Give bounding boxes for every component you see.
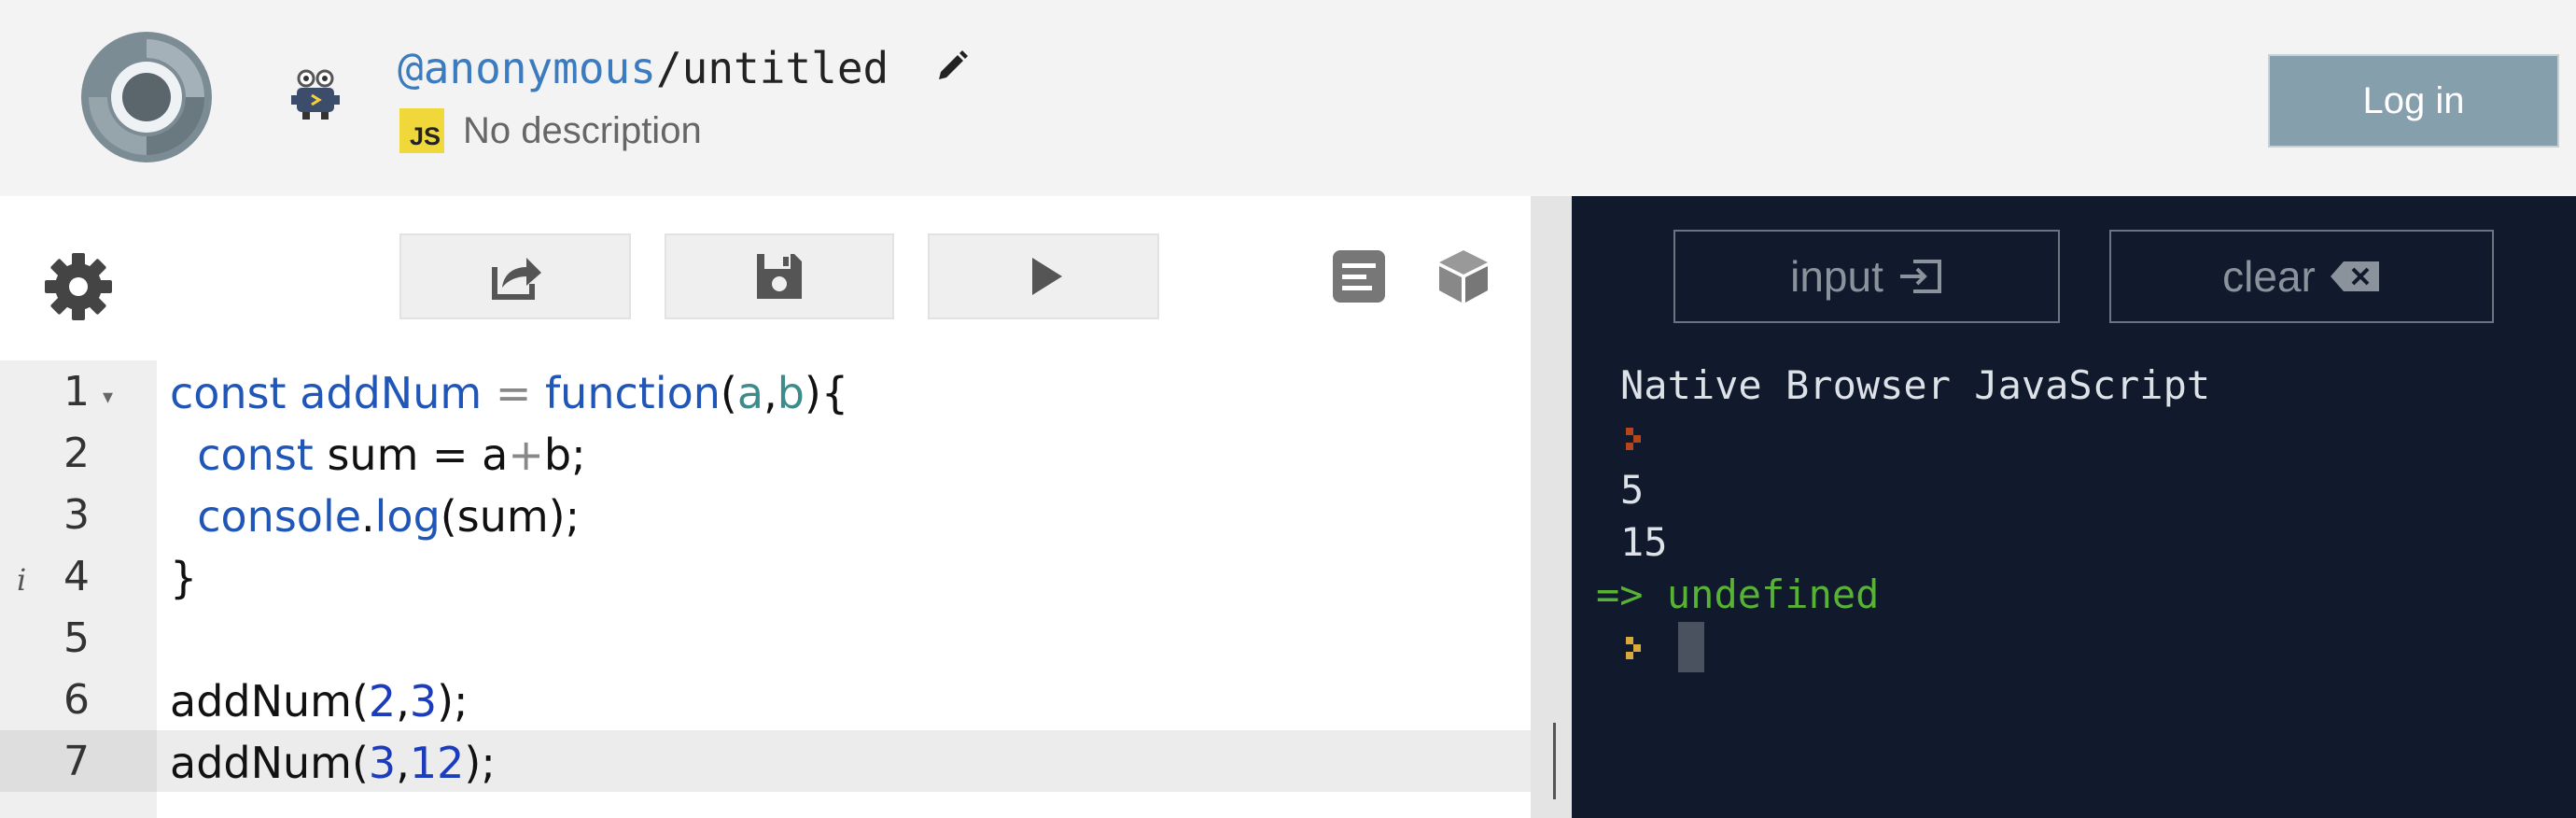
line-number: 1: [63, 368, 90, 416]
console-header-text: Native Browser JavaScript: [1620, 362, 2211, 408]
top-header: @anonymous/untitled JS No description Lo…: [0, 0, 2576, 193]
code-line[interactable]: 5: [0, 607, 1531, 669]
code-line[interactable]: 6 addNum(2,3);: [0, 669, 1531, 730]
fold-toggle-icon[interactable]: ▾: [103, 385, 113, 409]
save-button[interactable]: [665, 233, 894, 319]
pencil-icon[interactable]: [933, 48, 971, 85]
code-line[interactable]: 3 console.log(sum);: [0, 484, 1531, 545]
input-button-label: input: [1790, 252, 1883, 301]
line-gutter: 3: [0, 484, 157, 545]
code-line[interactable]: i 4 }: [0, 545, 1531, 607]
code-text: const addNum = function(a,b){: [170, 368, 849, 418]
input-prompt-icon: [1626, 637, 1641, 659]
line-number: 3: [63, 491, 90, 539]
format-icon[interactable]: [1329, 247, 1389, 306]
avatar[interactable]: [278, 56, 353, 131]
line-gutter: 1 ▾: [0, 360, 157, 422]
share-button[interactable]: [399, 233, 631, 319]
clear-button-label: clear: [2222, 252, 2316, 301]
input-button[interactable]: input: [1673, 230, 2060, 323]
code-text: const sum = a+b;: [197, 430, 586, 480]
line-gutter: 2: [0, 422, 157, 484]
console-output-line: 15: [1620, 519, 1668, 565]
console-pane: input clear Native Browser JavaScript 5 …: [1572, 196, 2576, 818]
editor-pane: 1 ▾ const addNum = function(a,b){ 2 cons…: [0, 196, 1531, 818]
line-number: 5: [63, 614, 90, 662]
line-number: 7: [63, 738, 90, 785]
play-icon: [1032, 258, 1062, 295]
username-link[interactable]: @anonymous: [398, 43, 656, 93]
line-gutter: 6: [0, 669, 157, 730]
gutter-filler: [0, 792, 157, 818]
gear-icon[interactable]: [41, 249, 116, 324]
console-output-line: 5: [1620, 467, 1645, 513]
line-number: 4: [63, 553, 90, 600]
pane-splitter[interactable]: [1531, 196, 1572, 818]
code-text: addNum(2,3);: [170, 676, 469, 726]
splitter-handle[interactable]: [1553, 723, 1556, 799]
share-icon: [492, 258, 541, 300]
result-value: undefined: [1666, 571, 1880, 617]
code-text: }: [170, 553, 198, 603]
prompt-marker-icon: [1626, 428, 1641, 450]
info-icon[interactable]: i: [17, 562, 26, 598]
login-button[interactable]: Log in: [2268, 54, 2559, 148]
console-result-line: => undefined: [1596, 571, 1879, 617]
console-input-cursor[interactable]: [1678, 622, 1704, 672]
backspace-icon: [2330, 261, 2379, 291]
code-editor[interactable]: 1 ▾ const addNum = function(a,b){ 2 cons…: [0, 360, 1531, 792]
code-line[interactable]: 2 const sum = a+b;: [0, 422, 1531, 484]
description-text[interactable]: No description: [463, 110, 702, 152]
line-gutter: 7: [0, 730, 157, 792]
repl-title: @anonymous/untitled: [398, 43, 971, 93]
repl-name[interactable]: untitled: [682, 43, 889, 93]
js-language-icon: JS: [399, 108, 444, 153]
input-icon: [1899, 260, 1941, 293]
code-line-active[interactable]: 7 addNum(3,12);: [0, 730, 1531, 792]
line-gutter: i 4: [0, 545, 157, 607]
result-arrow: =>: [1596, 571, 1644, 617]
line-number: 2: [63, 430, 90, 477]
code-line[interactable]: 1 ▾ const addNum = function(a,b){: [0, 360, 1531, 422]
title-separator: /: [655, 43, 682, 93]
repl-logo-icon[interactable]: [79, 30, 214, 164]
description-row: JS No description: [399, 107, 702, 154]
line-number: 6: [63, 676, 90, 724]
code-text: addNum(3,12);: [170, 738, 496, 788]
code-text: console.log(sum);: [197, 491, 581, 542]
line-gutter: 5: [0, 607, 157, 669]
cube-icon[interactable]: [1434, 247, 1493, 306]
clear-button[interactable]: clear: [2109, 230, 2494, 323]
run-button[interactable]: [928, 233, 1159, 319]
save-icon: [757, 254, 802, 299]
